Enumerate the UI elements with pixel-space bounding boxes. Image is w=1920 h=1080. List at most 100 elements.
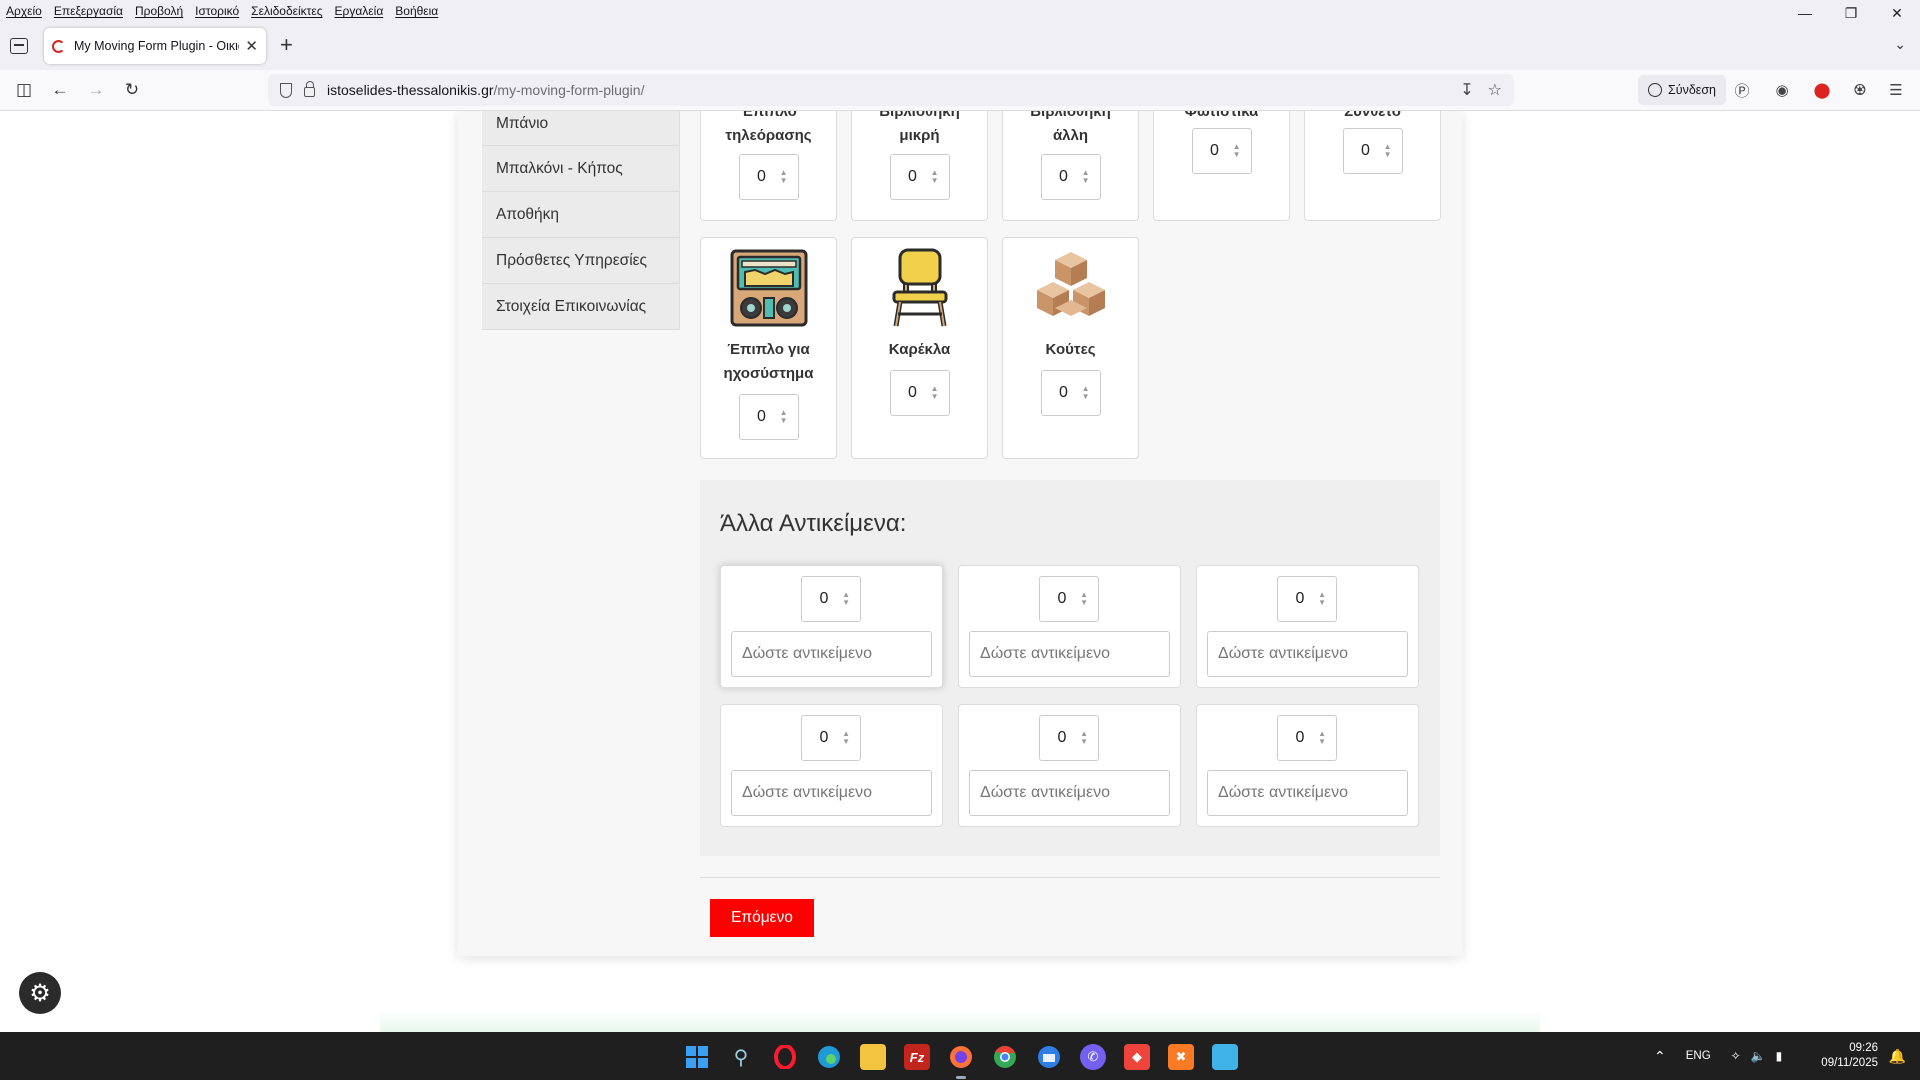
other-item-name-input[interactable]	[1207, 770, 1408, 816]
url-bar[interactable]: istoselides-thessalonikis.gr/my-moving-f…	[268, 74, 1514, 106]
anydesk-icon[interactable]: ◆	[1124, 1044, 1150, 1070]
opera-icon[interactable]	[772, 1044, 798, 1070]
spin-arrows-icon[interactable]: ▲ ▼	[842, 591, 850, 607]
back-icon[interactable]: ←	[48, 78, 72, 102]
search-icon[interactable]: ⚲	[728, 1044, 754, 1070]
quantity-stepper[interactable]: 0 ▲ ▼	[1277, 715, 1337, 761]
spin-arrows-icon[interactable]: ▲ ▼	[1384, 143, 1392, 159]
other-item-name-input[interactable]	[969, 770, 1170, 816]
tab-title: My Moving Form Plugin - Οικια	[74, 39, 240, 53]
quantity-stepper[interactable]: 0 ▲ ▼	[1191, 128, 1252, 174]
spin-arrows-icon[interactable]: ▲ ▼	[1082, 169, 1090, 185]
menu-edit[interactable]: Επεξεργασία	[54, 4, 123, 18]
system-clock[interactable]: 09:26 09/11/2025	[1821, 1041, 1878, 1071]
chevron-down-icon[interactable]: ⌄	[1894, 36, 1906, 53]
extensions-puzzle-icon[interactable]: ♼	[1850, 80, 1870, 100]
spin-arrows-icon[interactable]: ▲ ▼	[931, 169, 939, 185]
quantity-value: 0	[1295, 729, 1305, 746]
spin-arrows-icon[interactable]: ▲ ▼	[1233, 143, 1241, 159]
menu-file[interactable]: Αρχείο	[6, 4, 42, 18]
menu-tools[interactable]: Εργαλεία	[335, 4, 384, 18]
filezilla-icon[interactable]: Fz	[904, 1044, 930, 1070]
sidebar-toggle-icon[interactable]: ◫	[12, 78, 36, 102]
quantity-stepper[interactable]: 0 ▲ ▼	[1040, 370, 1101, 416]
item-card-lights: Φωτιστικά 0 ▲ ▼	[1153, 111, 1290, 221]
windows-start-icon[interactable]	[684, 1044, 710, 1070]
tab-list-icon[interactable]	[10, 38, 28, 54]
bookmark-star-icon[interactable]: ☆	[1488, 80, 1502, 100]
quantity-stepper[interactable]: 0 ▲ ▼	[889, 154, 950, 200]
quantity-stepper[interactable]: 0 ▲ ▼	[1277, 576, 1337, 622]
sidebar-item-contact-details[interactable]: Στοιχεία Επικοινωνίας	[482, 284, 679, 330]
sidebar-item-bathroom[interactable]: Μπάνιο	[482, 111, 679, 146]
spin-arrows-icon[interactable]: ▲ ▼	[1082, 385, 1090, 401]
globe-extension-icon[interactable]: ◉	[1772, 80, 1792, 100]
sidebar-item-storage[interactable]: Αποθήκη	[482, 192, 679, 238]
lock-icon[interactable]	[304, 81, 315, 97]
battery-icon[interactable]: ▮	[1776, 1049, 1783, 1063]
tracking-shield-icon[interactable]	[280, 82, 292, 98]
tab-active[interactable]: My Moving Form Plugin - Οικια ✕	[44, 28, 266, 64]
volume-icon[interactable]: 🔈	[1751, 1049, 1766, 1063]
file-explorer-icon[interactable]	[860, 1044, 886, 1070]
reload-icon[interactable]: ↻	[120, 78, 144, 102]
edge-icon[interactable]	[816, 1044, 842, 1070]
menu-bar: Αρχείο Επεξεργασία Προβολή Ιστορικό Σελι…	[0, 0, 1920, 22]
spin-arrows-icon[interactable]: ▲ ▼	[1318, 591, 1326, 607]
notifications-icon[interactable]: 🔔	[1889, 1048, 1906, 1065]
quantity-value: 0	[1295, 590, 1305, 607]
quantity-stepper[interactable]: 0 ▲ ▼	[801, 715, 861, 761]
next-button[interactable]: Επόμενο	[710, 899, 814, 937]
menu-view[interactable]: Προβολή	[135, 4, 183, 18]
chrome-icon[interactable]	[992, 1044, 1018, 1070]
signin-button[interactable]: Σύνδεση	[1638, 75, 1727, 105]
wifi-icon[interactable]: ✧	[1731, 1049, 1741, 1063]
language-indicator[interactable]: ENG	[1686, 1050, 1711, 1062]
spin-arrows-icon[interactable]: ▲ ▼	[780, 169, 788, 185]
quantity-stepper[interactable]: 0 ▲ ▼	[1039, 576, 1099, 622]
quantity-stepper[interactable]: 0 ▲ ▼	[1342, 128, 1403, 174]
other-item-card: 0 ▲ ▼	[720, 565, 943, 688]
close-tab-icon[interactable]: ✕	[245, 37, 258, 55]
item-card-boxes: Κούτες 0 ▲ ▼	[1002, 237, 1139, 459]
firefox-icon[interactable]	[948, 1044, 974, 1070]
spin-arrows-icon[interactable]: ▲ ▼	[842, 730, 850, 746]
viber-icon[interactable]: ✆	[1080, 1044, 1106, 1070]
menu-bookmarks[interactable]: Σελιδοδείκτες	[251, 4, 322, 18]
other-item-name-input[interactable]	[969, 631, 1170, 677]
quantity-stepper[interactable]: 0 ▲ ▼	[738, 154, 799, 200]
item-card-wall-unit: Σύνθετο 0 ▲ ▼	[1304, 111, 1441, 221]
spin-arrows-icon[interactable]: ▲ ▼	[931, 385, 939, 401]
quantity-stepper[interactable]: 0 ▲ ▼	[738, 394, 799, 440]
chevron-up-icon[interactable]: ⌃	[1654, 1048, 1666, 1065]
forward-icon[interactable]: →	[84, 78, 108, 102]
active-app-indicator	[956, 1076, 966, 1079]
quantity-stepper[interactable]: 0 ▲ ▼	[1040, 154, 1101, 200]
xampp-icon[interactable]: ✖	[1168, 1044, 1194, 1070]
thunderbird-icon[interactable]	[1036, 1044, 1062, 1070]
notepad-icon[interactable]	[1212, 1044, 1238, 1070]
quantity-stepper[interactable]: 0 ▲ ▼	[1039, 715, 1099, 761]
new-tab-icon[interactable]: +	[280, 32, 293, 58]
red-extension-icon[interactable]: ⬤	[1812, 80, 1832, 100]
item-label: Βιβλιοθήκη μικρή	[879, 111, 960, 144]
other-item-name-input[interactable]	[731, 770, 932, 816]
menu-history[interactable]: Ιστορικό	[195, 4, 239, 18]
gear-icon[interactable]: ⚙	[19, 972, 61, 1014]
download-page-icon[interactable]: ↧	[1460, 80, 1473, 100]
other-item-card: 0 ▲ ▼	[958, 565, 1181, 688]
sidebar-item-balcony-garden[interactable]: Μπαλκόνι - Κήπος	[482, 146, 679, 192]
sidebar-item-extra-services[interactable]: Πρόσθετες Υπηρεσίες	[482, 238, 679, 284]
spin-arrows-icon[interactable]: ▲ ▼	[1080, 591, 1088, 607]
other-item-name-input[interactable]	[1207, 631, 1408, 677]
spin-arrows-icon[interactable]: ▲ ▼	[780, 409, 788, 425]
wordpress-extension-icon[interactable]: Ⓟ	[1732, 80, 1752, 100]
hamburger-menu-icon[interactable]: ☰	[1886, 80, 1906, 100]
spin-arrows-icon[interactable]: ▲ ▼	[1318, 730, 1326, 746]
spin-arrows-icon[interactable]: ▲ ▼	[1080, 730, 1088, 746]
quantity-value: 0	[757, 408, 766, 425]
other-item-name-input[interactable]	[731, 631, 932, 677]
quantity-stepper[interactable]: 0 ▲ ▼	[801, 576, 861, 622]
quantity-stepper[interactable]: 0 ▲ ▼	[889, 370, 950, 416]
menu-help[interactable]: Βοήθεια	[395, 4, 438, 18]
